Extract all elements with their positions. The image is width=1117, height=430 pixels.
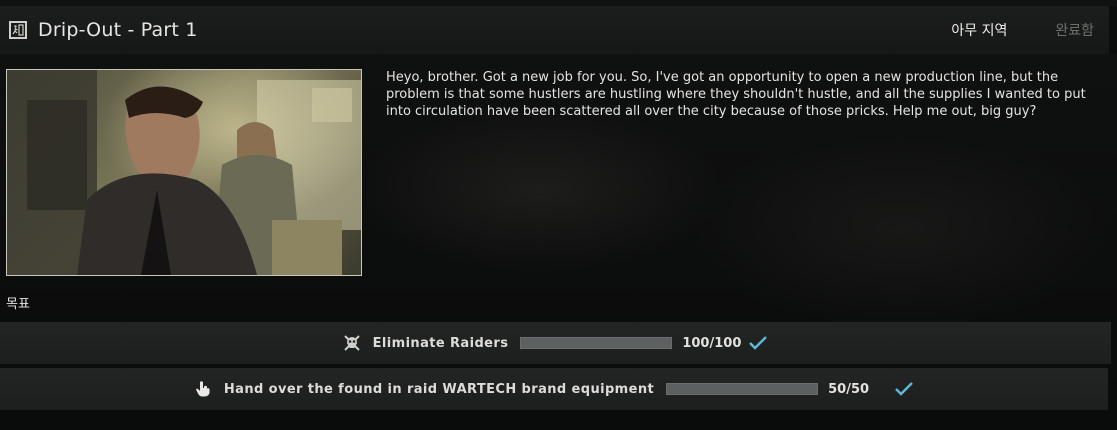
- objective-progress-fill: [667, 384, 818, 394]
- objective-row: Eliminate Raiders 100/100: [0, 322, 1111, 364]
- objective-text: Eliminate Raiders: [372, 335, 509, 351]
- quest-title: Drip-Out - Part 1: [38, 19, 198, 41]
- objective-progress-bar: [520, 337, 673, 349]
- objective-progress-fill: [521, 338, 672, 348]
- quest-description: Heyo, brother. Got a new job for you. So…: [386, 70, 1086, 119]
- checkmark-icon: [894, 381, 914, 397]
- hand-pointer-icon: [194, 380, 212, 398]
- objective-progress-count: 100/100: [682, 335, 742, 351]
- trader-portrait: [6, 69, 362, 276]
- quest-header: Drip-Out - Part 1 아무 지역 완료함: [0, 6, 1109, 54]
- objective-progress-bar: [666, 383, 819, 395]
- header-edge: [1109, 6, 1117, 54]
- bottom-shade: [0, 414, 1117, 430]
- skull-crossbones-icon: [343, 334, 361, 352]
- quest-location: 아무 지역: [951, 23, 1008, 39]
- objectives-label: 목표: [6, 297, 30, 312]
- objective-row: Hand over the found in raid WARTECH bran…: [0, 368, 1108, 410]
- checkmark-icon: [748, 335, 768, 351]
- quest-status: 완료함: [1055, 23, 1094, 39]
- objective-progress-count: 50/50: [828, 381, 870, 397]
- objective-text: Hand over the found in raid WARTECH bran…: [223, 381, 655, 397]
- exit-door-icon: [9, 21, 27, 39]
